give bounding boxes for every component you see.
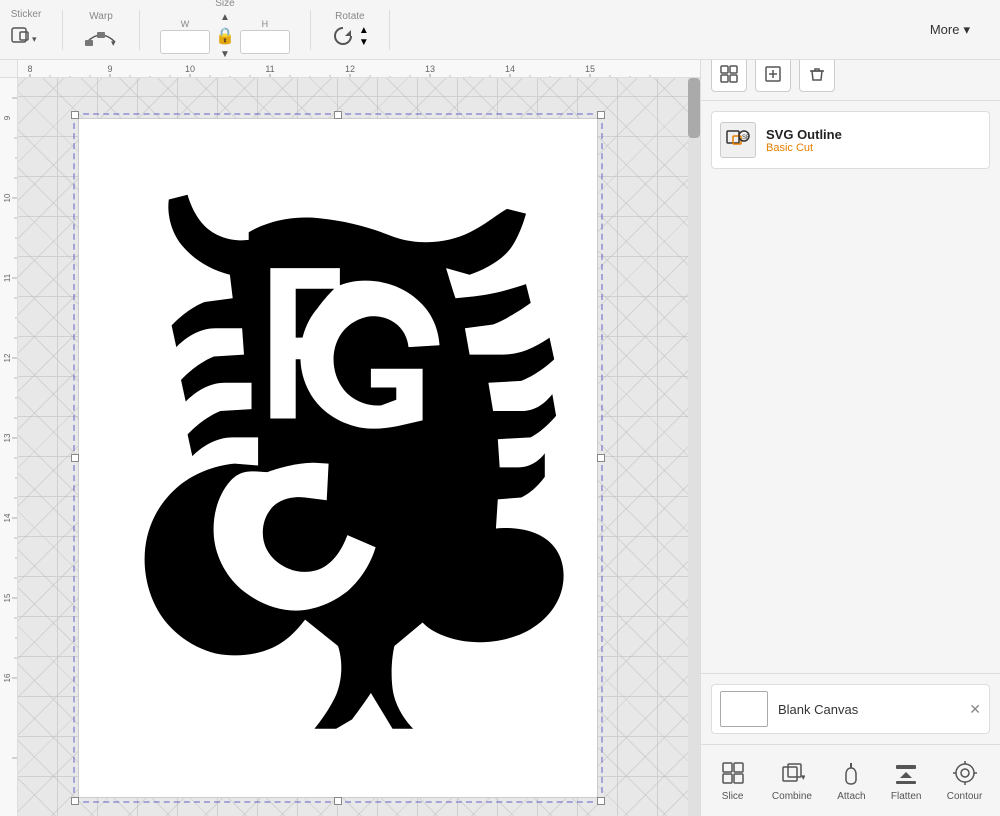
svg-text:▾: ▾ (801, 772, 805, 782)
combine-svg-icon: ▾ (779, 760, 805, 786)
flatten-icon (892, 759, 920, 787)
divider2 (139, 10, 140, 50)
blank-canvas-thumbnail (720, 691, 768, 727)
flatten-label: Flatten (891, 791, 922, 802)
w-label: W (181, 19, 190, 29)
svg-text:14: 14 (505, 64, 515, 74)
more-button[interactable]: More ▾ (920, 16, 980, 44)
blank-canvas-close-button[interactable]: ✕ (969, 701, 981, 718)
warp-group: Warp ▾ (83, 11, 119, 48)
flatten-svg-icon (893, 760, 919, 786)
scrollbar[interactable] (688, 78, 700, 816)
group-layers-icon (719, 64, 739, 84)
attach-icon (837, 759, 865, 787)
combine-label: Combine (772, 791, 812, 802)
divider3 (310, 10, 311, 50)
combine-button[interactable]: ▾ Combine (766, 755, 818, 806)
svg-text:▾: ▾ (111, 38, 116, 48)
svg-text:13: 13 (425, 64, 435, 74)
warp-icon: ▾ (83, 24, 119, 48)
combine-icon: ▾ (778, 759, 806, 787)
svg-text:16: 16 (3, 673, 12, 682)
group-layers-button[interactable] (711, 56, 747, 92)
slice-label: Slice (722, 791, 744, 802)
contour-button[interactable]: Contour (941, 755, 989, 806)
right-panel: Layers Color Sync ✕ (700, 0, 1000, 816)
attach-label: Attach (837, 791, 865, 802)
delete-layer-icon (807, 64, 827, 84)
flatten-button[interactable]: Flatten (885, 755, 928, 806)
rotate-down-btn[interactable]: ▼ (359, 37, 369, 48)
divider4 (389, 10, 390, 50)
svg-text:10: 10 (3, 193, 12, 202)
panel-spacer (701, 397, 1000, 673)
layer-info: SVG Outline Basic Cut (766, 127, 981, 154)
ruler-left-svg: 9 10 11 12 13 14 15 16 (0, 78, 17, 816)
svg-text:15: 15 (585, 64, 595, 74)
layer-item-svg-outline[interactable]: SF SVG Outline Basic Cut (711, 111, 990, 169)
layer-type: Basic Cut (766, 142, 981, 154)
rotate-label: Rotate (335, 11, 364, 22)
svg-text:12: 12 (345, 64, 355, 74)
attach-svg-icon (838, 760, 864, 786)
sticker-icon: ▾ (10, 22, 42, 50)
rotate-group: Rotate ▲ ▼ (331, 11, 369, 48)
ruler-top-svg: 8 9 10 11 12 13 14 15 (0, 60, 700, 77)
svg-text:12: 12 (3, 353, 12, 362)
h-label: H (262, 19, 269, 29)
divider1 (62, 10, 63, 50)
layers-list: SF SVG Outline Basic Cut (701, 101, 1000, 397)
rotate-icon (331, 24, 355, 48)
sticker-group: Sticker ▾ (10, 9, 42, 50)
svg-text:14: 14 (3, 513, 12, 522)
svg-text:9: 9 (107, 64, 112, 74)
svg-text:▾: ▾ (32, 34, 37, 44)
size-up-btn[interactable]: ▲ (219, 11, 231, 24)
contour-icon (951, 759, 979, 787)
svg-text:SF: SF (742, 135, 750, 141)
sf-giants-logo (103, 163, 573, 753)
slice-svg-icon (720, 760, 746, 786)
blank-canvas-section: Blank Canvas ✕ (701, 673, 1000, 744)
panel-bottom-tools: Slice ▾ Combine Attach (701, 744, 1000, 816)
size-down-btn[interactable]: ▼ (219, 48, 231, 61)
svg-text:11: 11 (3, 273, 12, 282)
layer-name: SVG Outline (766, 127, 981, 142)
toolbar: Sticker ▾ Warp ▾ Size W ▲ (0, 0, 1000, 60)
height-input[interactable] (240, 30, 290, 54)
ruler-corner (0, 60, 18, 78)
svg-text:13: 13 (3, 433, 12, 442)
size-label: Size (215, 0, 234, 9)
layer-thumb-icon: SF (724, 126, 752, 154)
lock-icon: 🔒 (215, 26, 235, 46)
scroll-thumb[interactable] (688, 78, 700, 138)
warp-label: Warp (89, 11, 113, 22)
more-dropdown-icon: ▾ (963, 22, 970, 38)
size-group: Size W ▲ 🔒 ▼ H (160, 0, 290, 61)
more-label: More (930, 22, 960, 37)
svg-text:9: 9 (3, 115, 12, 120)
canvas-area[interactable] (18, 78, 700, 816)
svg-text:8: 8 (27, 64, 32, 74)
add-layer-icon (763, 64, 783, 84)
slice-icon (719, 759, 747, 787)
blank-canvas-item[interactable]: Blank Canvas ✕ (711, 684, 990, 734)
ruler-left: 9 10 11 12 13 14 15 16 (0, 78, 18, 816)
slice-button[interactable]: Slice (713, 755, 753, 806)
add-layer-button[interactable] (755, 56, 791, 92)
ruler-top: 8 9 10 11 12 13 14 15 (0, 60, 700, 78)
svg-text:15: 15 (3, 593, 12, 602)
contour-svg-icon (952, 760, 978, 786)
blank-canvas-label: Blank Canvas (778, 702, 858, 717)
layer-thumbnail: SF (720, 122, 756, 158)
rotate-up-btn[interactable]: ▲ (359, 25, 369, 36)
delete-layer-button[interactable] (799, 56, 835, 92)
contour-label: Contour (947, 791, 983, 802)
svg-text:10: 10 (185, 64, 195, 74)
svg-text:11: 11 (265, 64, 274, 74)
attach-button[interactable]: Attach (831, 755, 871, 806)
design-canvas (78, 118, 598, 798)
width-input[interactable] (160, 30, 210, 54)
sticker-label: Sticker (11, 9, 42, 20)
